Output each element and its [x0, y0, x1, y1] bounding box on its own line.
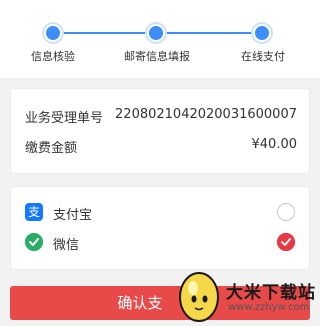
alipay-icon: 支	[25, 203, 43, 221]
payment-method-card: 支 支付宝 微信	[10, 186, 310, 270]
order-id-value: 2208021042020031600007	[115, 107, 297, 122]
site-watermark: 大米下载站 www.zzhyw.com	[176, 266, 320, 326]
fee-label: 缴费金额	[25, 141, 78, 156]
step-label-verify: 信息核验	[31, 50, 75, 63]
wechat-radio-checked[interactable]	[277, 233, 295, 251]
step-label-mailing: 邮寄信息填报	[124, 50, 190, 63]
order-info-card: 业务受理单号 2208021042020031600007 缴费金额 ¥40.0…	[10, 88, 310, 174]
fee-value: ¥40.00	[251, 137, 298, 152]
payment-option-label: 微信	[53, 238, 80, 253]
step-dot-verify	[44, 24, 62, 42]
alipay-radio[interactable]	[277, 203, 295, 221]
step-dot-payment	[253, 24, 271, 42]
egg-mascot-logo	[179, 272, 219, 322]
order-id-label: 业务受理单号	[25, 111, 104, 126]
step-dot-mailing	[147, 24, 165, 42]
payment-option-label: 支付宝	[53, 208, 93, 223]
step-label-payment: 在线支付	[241, 50, 285, 63]
watermark-text: 大米下载站	[226, 283, 316, 303]
progress-stepper: 信息核验 邮寄信息填报 在线支付	[0, 0, 320, 78]
watermark-url: www.zzhyw.com	[228, 302, 310, 313]
wechat-pay-icon	[25, 233, 43, 251]
